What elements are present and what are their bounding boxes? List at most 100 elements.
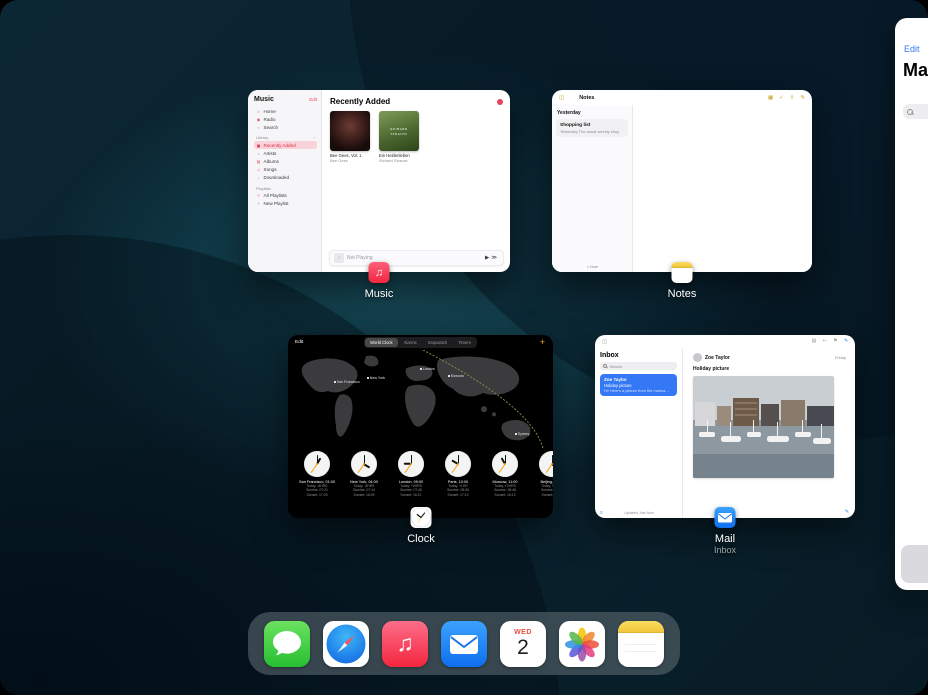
partial-app-card-mailboxes[interactable]: Edit Mailboxes bbox=[895, 18, 928, 590]
notes-app-icon[interactable] bbox=[672, 262, 693, 283]
radio-icon: ◉ bbox=[256, 117, 261, 122]
plus-icon: + bbox=[256, 201, 261, 206]
analog-clock bbox=[351, 451, 377, 477]
compose-icon: ✎ bbox=[844, 339, 848, 344]
chevron-icon: › bbox=[314, 135, 315, 140]
music-main: Recently Added Bee Gees, Vol. 1 Bee Gees… bbox=[323, 90, 510, 272]
music-sidebar-title: Music bbox=[254, 96, 274, 103]
music-nav-home: ⌂Home bbox=[254, 107, 317, 115]
envelope-icon bbox=[715, 507, 736, 528]
reply-icon: ↩ bbox=[823, 339, 827, 344]
album-cover bbox=[330, 111, 370, 151]
mail-message-pane: Zoe Taylor Friday Holiday picture bbox=[684, 348, 855, 518]
music-nav-albums: ▤Albums bbox=[254, 157, 317, 165]
note-list-item: Shopping list Yesterday The usual weekly… bbox=[556, 119, 628, 137]
dock-app-notes[interactable] bbox=[618, 621, 664, 667]
music-playlists-header: Playlists bbox=[256, 186, 315, 191]
playlist-icon: ≡ bbox=[256, 193, 261, 198]
album-artist: Bee Gees bbox=[330, 158, 370, 163]
clock-tabs: World Clock Alarms Stopwatch Timers bbox=[364, 337, 477, 348]
map-city-label: Sydney bbox=[515, 432, 530, 436]
dock-app-music[interactable]: ♫ bbox=[382, 621, 428, 667]
search-icon: ○ bbox=[256, 125, 261, 130]
music-nav-artists: ♪Artists bbox=[254, 149, 317, 157]
map-city-label: New York bbox=[367, 376, 385, 380]
app-card-music[interactable]: Music Edit ⌂Home ◉Radio ○Search Library›… bbox=[248, 90, 510, 272]
mail-status: Updated Just Now bbox=[595, 511, 683, 515]
sidebar-toggle-icon: ◫ bbox=[602, 339, 607, 345]
recently-added-title: Recently Added bbox=[330, 97, 390, 106]
dock-app-messages[interactable] bbox=[264, 621, 310, 667]
checklist-icon: ✓ bbox=[779, 95, 784, 101]
music-nav-songs: ♫Songs bbox=[254, 166, 317, 174]
notes-lines bbox=[625, 644, 657, 645]
calendar-day: 2 bbox=[517, 637, 529, 658]
clock-app-icon[interactable] bbox=[411, 507, 432, 528]
flag-icon: ⚑ bbox=[833, 339, 837, 344]
message-date: Friday bbox=[835, 355, 846, 360]
note-meta: Yesterday The usual weekly shop bbox=[560, 129, 624, 134]
email-sender: Zoe Taylor bbox=[604, 377, 673, 382]
analog-clock bbox=[398, 451, 424, 477]
music-note-icon: ♫ bbox=[375, 267, 383, 279]
album-artist: Richard Strauss bbox=[379, 158, 419, 163]
album-item: Bee Gees, Vol. 1 Bee Gees bbox=[330, 111, 370, 163]
world-clock-tile: London, 09:00 Today, +0HRS Sunrise: 07:4… bbox=[390, 451, 432, 515]
clock-icon bbox=[411, 507, 432, 528]
app-card-mail[interactable]: ◫ ▤ ↩ ⚑ ✎ Inbox Search Zoe Taylor Holida… bbox=[595, 335, 855, 518]
mail-app-icon[interactable] bbox=[715, 507, 736, 528]
dock-app-safari[interactable] bbox=[323, 621, 369, 667]
notes-band bbox=[618, 621, 664, 633]
compose-icon: ✎ bbox=[845, 509, 849, 515]
dock-app-photos[interactable] bbox=[559, 621, 605, 667]
search-placeholder: Search bbox=[610, 364, 623, 369]
app-card-notes[interactable]: ◫ Notes ▦ ✓ ⇧ ✎ Yesterday Shopping list … bbox=[552, 90, 812, 272]
now-playing-title: Not Playing bbox=[347, 255, 482, 261]
recently-added-icon: ▣ bbox=[256, 143, 261, 148]
music-sidebar: Music Edit ⌂Home ◉Radio ○Search Library›… bbox=[248, 90, 322, 272]
analog-clock bbox=[539, 451, 553, 477]
card-label-notes: Notes bbox=[612, 288, 752, 300]
music-note-icon: ♫ bbox=[396, 630, 413, 657]
card-label-mail: Mail bbox=[655, 533, 795, 545]
tab-alarms: Alarms bbox=[399, 338, 422, 347]
map-city-label: San Francisco bbox=[334, 380, 360, 384]
map-city-label: London bbox=[420, 367, 435, 371]
artists-icon: ♪ bbox=[256, 151, 261, 156]
avatar bbox=[693, 353, 702, 362]
edit-button: Edit bbox=[295, 340, 303, 345]
music-nav-downloaded: ↓Downloaded bbox=[254, 174, 317, 182]
partial-gray-block bbox=[901, 545, 928, 583]
music-nav-radio: ◉Radio bbox=[254, 115, 317, 123]
share-icon: ⇧ bbox=[790, 95, 795, 101]
notes-band bbox=[672, 262, 693, 268]
world-clock-tile: San Francisco, 01:00 Today, -8HRS Sunris… bbox=[296, 451, 338, 515]
mail-toolbar: ◫ ▤ ↩ ⚑ ✎ bbox=[595, 335, 855, 348]
notes-toolbar: ◫ Notes ▦ ✓ ⇧ ✎ bbox=[552, 90, 812, 105]
app-card-clock[interactable]: Edit World Clock Alarms Stopwatch Timers… bbox=[288, 335, 553, 518]
songs-icon: ♫ bbox=[256, 167, 261, 172]
music-nav-all-playlists: ≡All Playlists bbox=[254, 192, 317, 200]
message-sender: Zoe Taylor bbox=[705, 355, 730, 361]
message-subject: Holiday picture bbox=[693, 366, 846, 372]
mailboxes-title: Mailboxes bbox=[903, 60, 928, 81]
calendar-weekday: WED bbox=[514, 629, 532, 636]
music-edit-button: Edit bbox=[309, 97, 317, 102]
dock-app-calendar[interactable]: WED 2 bbox=[500, 621, 546, 667]
email-preview: Hi! Here's a picture from the marina… bbox=[604, 388, 673, 393]
card-window-label-mail: Inbox bbox=[655, 545, 795, 555]
dock-app-mail[interactable] bbox=[441, 621, 487, 667]
note-title: Shopping list bbox=[560, 123, 624, 128]
world-clock-tile: Moscow, 11:00 Today, +2HRS Sunrise: 08:4… bbox=[484, 451, 526, 515]
tab-stopwatch: Stopwatch bbox=[423, 338, 453, 347]
music-app-icon[interactable]: ♫ bbox=[369, 262, 390, 283]
home-icon: ⌂ bbox=[256, 109, 261, 114]
mailbox-icon: ▤ bbox=[812, 339, 817, 344]
notes-editor-area bbox=[634, 105, 812, 272]
mail-sidebar: Inbox Search Zoe Taylor Holiday picture … bbox=[595, 348, 683, 518]
music-nav-new-playlist: +New Playlist bbox=[254, 200, 317, 208]
email-subject: Holiday picture bbox=[604, 383, 673, 388]
card-label-clock: Clock bbox=[351, 533, 491, 545]
messages-bubble-icon bbox=[264, 621, 310, 667]
search-field: Search bbox=[600, 362, 677, 370]
